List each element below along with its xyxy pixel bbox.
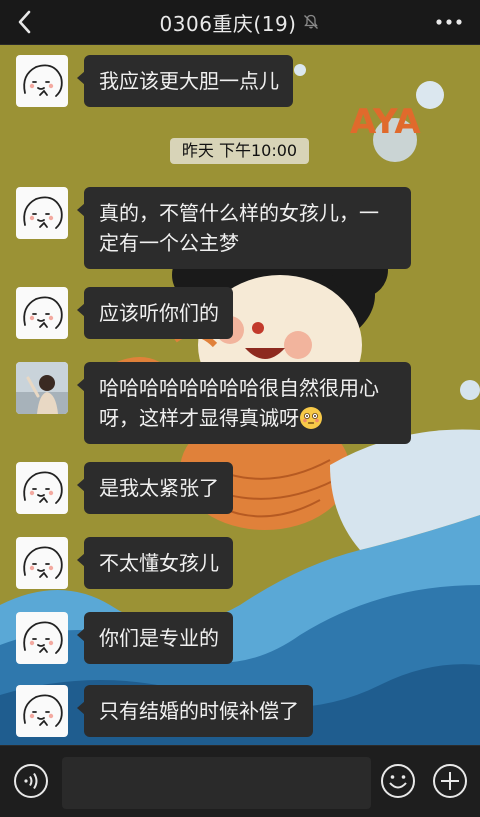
smiley-icon	[381, 764, 415, 798]
message-bubble[interactable]: 你们是专业的	[77, 612, 233, 664]
wallpaper-logo: AYA	[350, 102, 421, 142]
message-bubble[interactable]: 不太懂女孩儿	[77, 537, 233, 589]
message-text: 只有结婚的时候补偿了	[99, 699, 299, 723]
plus-button[interactable]	[432, 763, 468, 799]
chat-header: 0306重庆(19)	[0, 0, 480, 45]
message-text: 是我太紧张了	[99, 476, 219, 500]
message-text: 真的，不管什么样的女孩儿，一定有一个公主梦	[99, 201, 379, 255]
sticker-avatar[interactable]	[16, 55, 68, 107]
photo-avatar[interactable]	[16, 362, 68, 414]
message-text: 我应该更大胆一点儿	[99, 69, 279, 93]
emoji-button[interactable]	[380, 763, 416, 799]
back-button[interactable]	[10, 6, 42, 38]
message-text: 不太懂女孩儿	[99, 551, 219, 575]
message-bubble[interactable]: 只有结婚的时候补偿了	[77, 685, 313, 737]
sticker-avatar[interactable]	[16, 187, 68, 239]
message-bubble[interactable]: 哈哈哈哈哈哈哈哈很自然很用心呀，这样才显得真诚呀	[77, 362, 411, 444]
message-text: 应该听你们的	[99, 301, 219, 325]
message-text: 哈哈哈哈哈哈哈哈很自然很用心呀，这样才显得真诚呀	[99, 376, 379, 430]
chat-title-wrap: 0306重庆(19)	[160, 8, 321, 37]
chat-area[interactable]: AYA 我应该更大胆一点儿 昨天 下午10:00 真的，不管什么样的女孩儿，一定…	[0, 45, 480, 745]
sticker-avatar[interactable]	[16, 462, 68, 514]
sticker-avatar[interactable]	[16, 287, 68, 339]
sticker-avatar[interactable]	[16, 685, 68, 737]
timestamp-label: 昨天 下午10:00	[170, 138, 309, 164]
chevron-left-icon	[18, 10, 31, 34]
sticker-avatar[interactable]	[16, 612, 68, 664]
message-bubble[interactable]: 真的，不管什么样的女孩儿，一定有一个公主梦	[77, 187, 411, 269]
input-bar	[0, 745, 480, 817]
bell-off-icon	[304, 14, 319, 29]
chat-title: 0306重庆(19)	[159, 11, 297, 36]
message-input[interactable]	[62, 757, 371, 809]
voice-button[interactable]	[13, 763, 49, 799]
more-button[interactable]	[432, 8, 466, 36]
sticker-avatar[interactable]	[16, 537, 68, 589]
message-text: 你们是专业的	[99, 626, 219, 650]
plus-circle-icon	[433, 764, 467, 798]
message-bubble[interactable]: 是我太紧张了	[77, 462, 233, 514]
message-bubble[interactable]: 我应该更大胆一点儿	[77, 55, 293, 107]
flushed-face-emoji	[300, 407, 322, 429]
voice-icon	[14, 764, 48, 798]
more-horizontal-icon	[436, 19, 462, 25]
message-bubble[interactable]: 应该听你们的	[77, 287, 233, 339]
